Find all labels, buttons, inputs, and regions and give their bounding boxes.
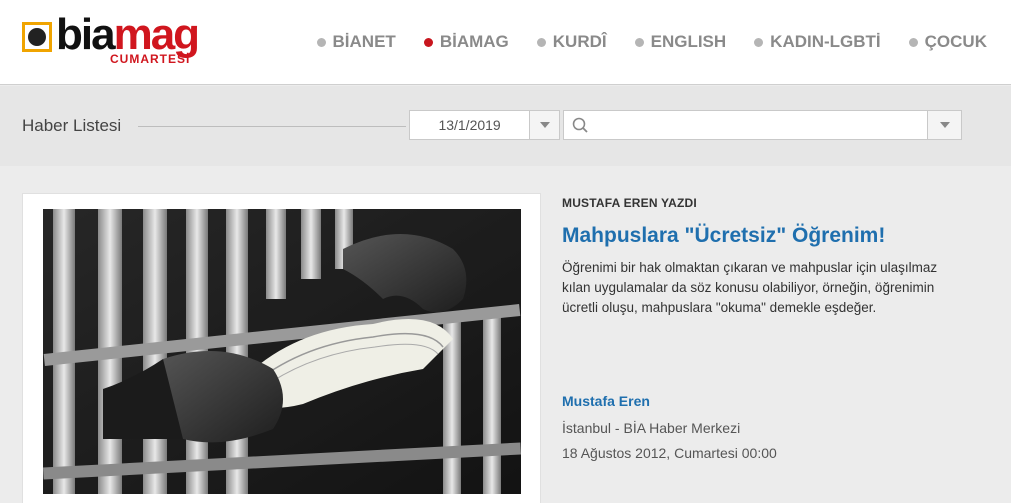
bullet-icon — [908, 37, 918, 47]
top-nav: BİANET BİAMAG KURDÎ ENGLISH KADIN-LGBTİ … — [289, 32, 987, 52]
date-dropdown-button[interactable] — [529, 111, 559, 139]
chevron-down-icon — [940, 122, 950, 128]
bullet-icon — [423, 37, 433, 47]
chevron-down-icon — [540, 122, 551, 128]
bullet-icon — [536, 37, 546, 47]
nav-item-biamag[interactable]: BİAMAG — [423, 32, 509, 52]
nav-item-kurdi[interactable]: KURDÎ — [536, 32, 607, 52]
nav-item-english[interactable]: ENGLISH — [634, 32, 726, 52]
article-image-card — [22, 193, 541, 503]
nav-item-kadin-lgbti[interactable]: KADIN-LGBTİ — [754, 32, 881, 52]
search-input[interactable] — [596, 111, 927, 139]
page-title: Haber Listesi — [22, 116, 122, 135]
article-date: 18 Ağustos 2012, Cumartesi 00:00 — [562, 445, 777, 461]
date-value[interactable]: 13/1/2019 — [410, 111, 529, 139]
biamag-logo[interactable]: biamag CUMARTESİ — [22, 10, 222, 70]
bullet-icon — [754, 37, 764, 47]
search-dropdown-button[interactable] — [927, 111, 961, 139]
title-divider — [138, 126, 406, 127]
search-icon — [564, 111, 596, 139]
article-kicker: MUSTAFA EREN YAZDI — [562, 196, 697, 210]
logo-subtitle: CUMARTESİ — [110, 52, 191, 66]
article-block: MUSTAFA EREN YAZDI Mahpuslara "Ücretsiz"… — [562, 196, 962, 318]
article-headline[interactable]: Mahpuslara "Ücretsiz" Öğrenim! — [562, 224, 962, 248]
site-header: biamag CUMARTESİ BİANET BİAMAG KURDÎ ENG… — [0, 0, 1011, 85]
author-link[interactable]: Mustafa Eren — [562, 393, 650, 409]
logo-ring-icon — [22, 22, 52, 52]
nav-item-bianet[interactable]: BİANET — [316, 32, 396, 52]
bullet-icon — [316, 37, 326, 47]
list-toolbar: Haber Listesi 13/1/2019 — [0, 86, 1011, 166]
article-location: İstanbul - BİA Haber Merkezi — [562, 420, 741, 436]
search-field[interactable] — [563, 110, 962, 140]
article-summary: Öğrenimi bir hak olmaktan çıkaran ve mah… — [562, 260, 938, 315]
article-photo[interactable] — [43, 209, 521, 494]
logo-part-bia: bia — [56, 10, 116, 59]
date-picker[interactable]: 13/1/2019 — [409, 110, 560, 140]
nav-item-cocuk[interactable]: ÇOCUK — [908, 32, 987, 52]
bullet-icon — [634, 37, 644, 47]
